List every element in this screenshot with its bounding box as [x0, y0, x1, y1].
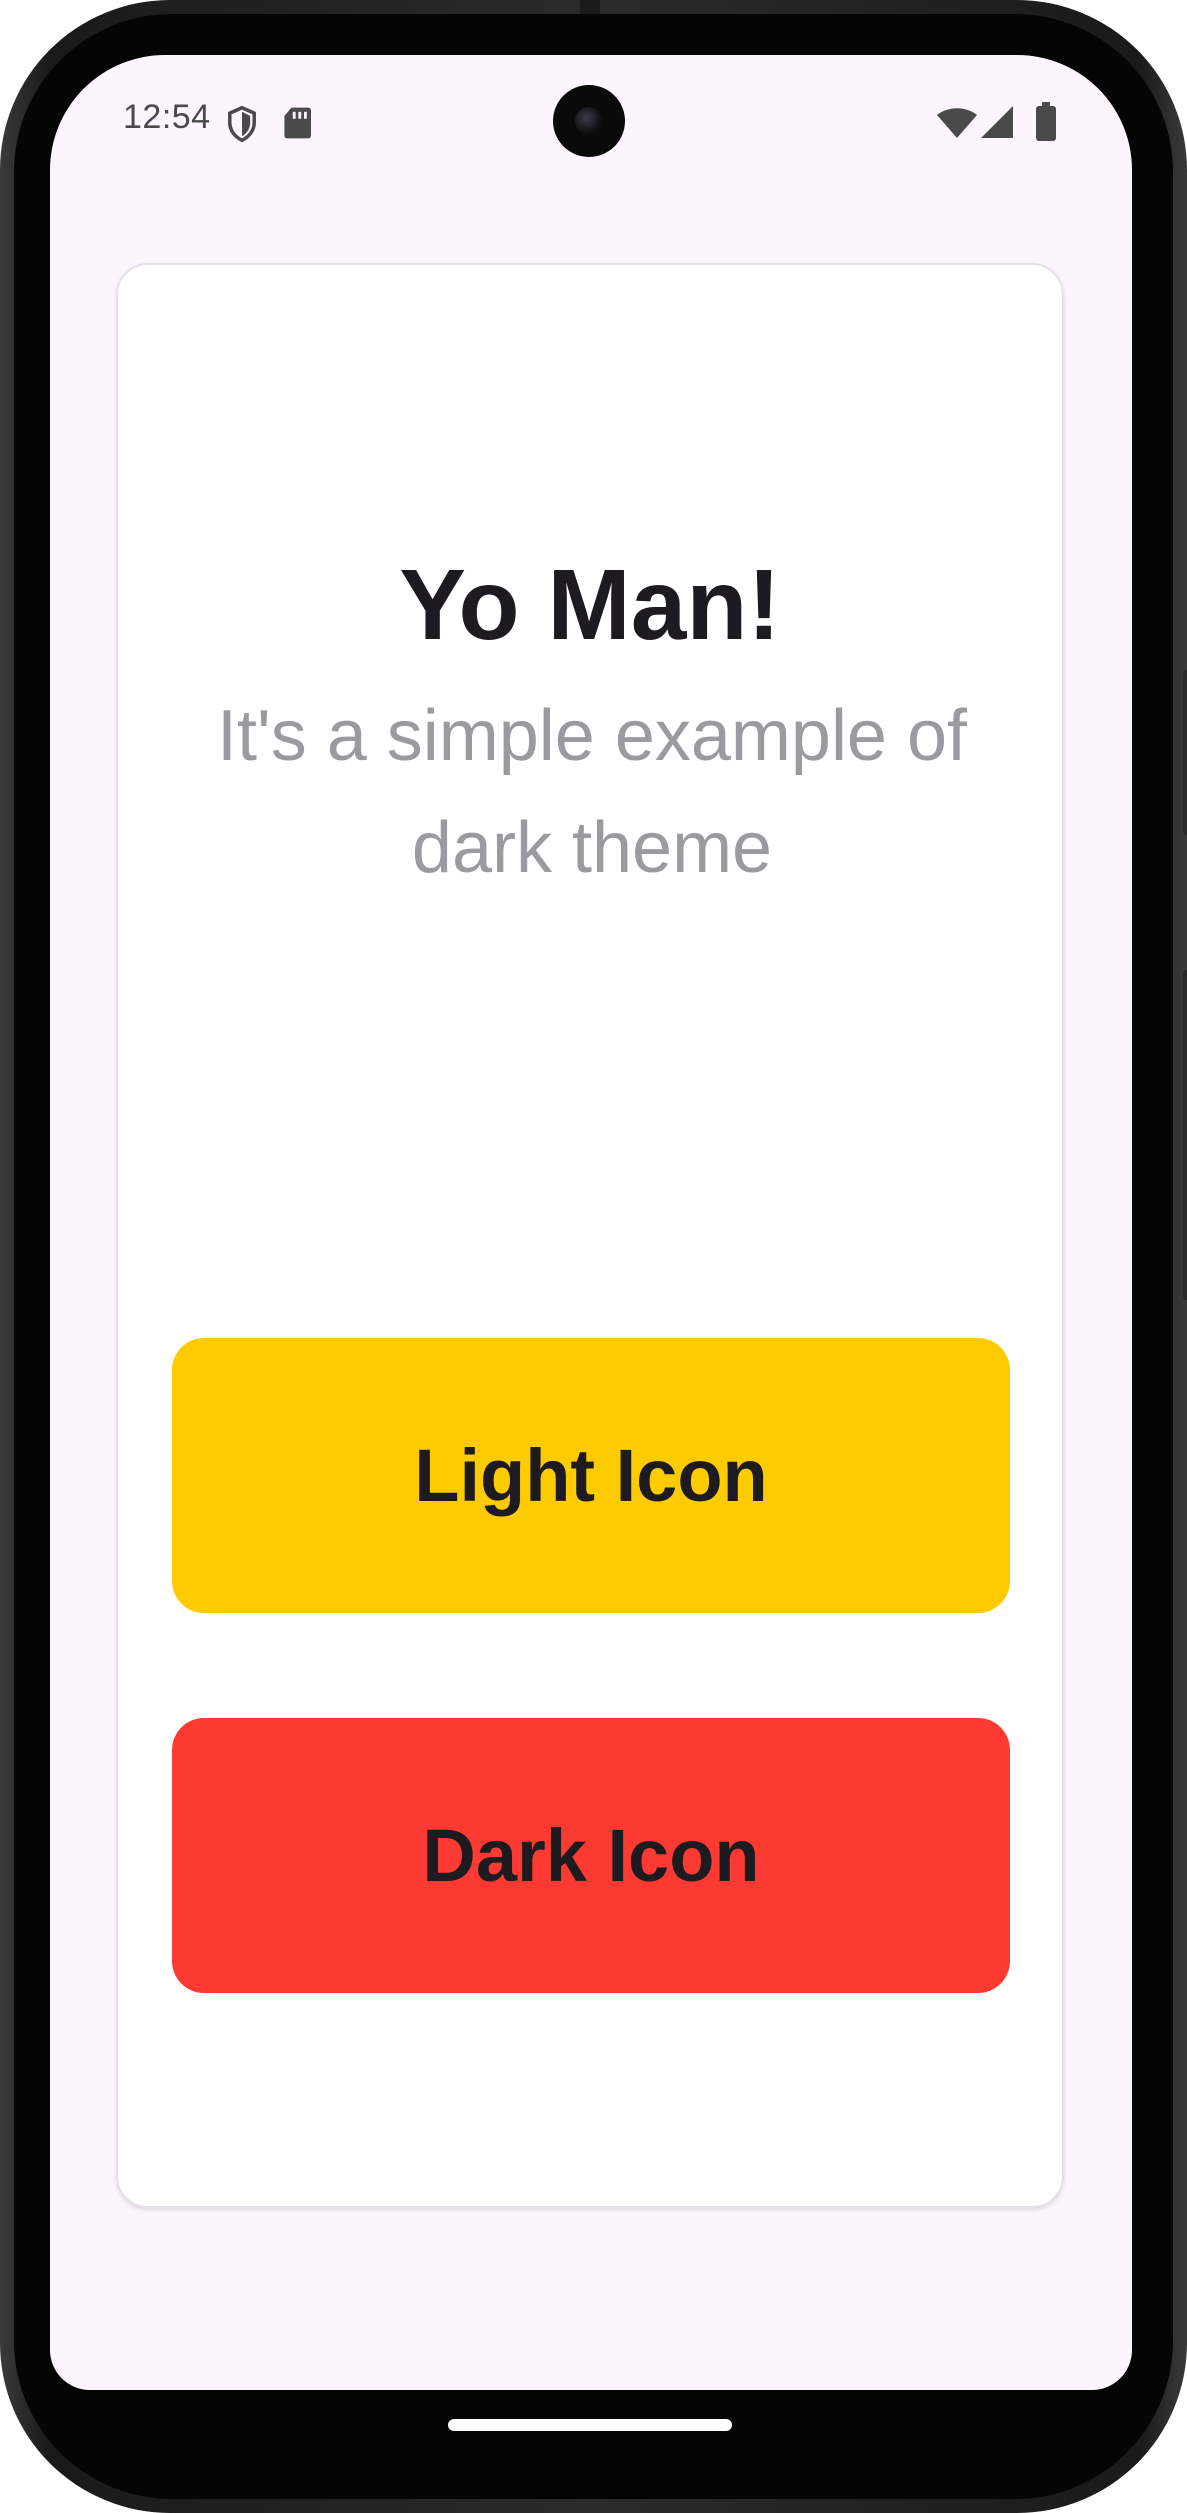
status-bar: 12:54	[50, 55, 1132, 185]
dark-icon-button[interactable]: Dark Icon	[172, 1718, 1010, 1993]
battery-icon	[1035, 102, 1057, 147]
phone-frame: 12:54 Yo Man! It's a simple example of d…	[0, 0, 1187, 2513]
volume-button	[1183, 970, 1187, 1300]
light-icon-button[interactable]: Light Icon	[172, 1338, 1010, 1613]
sd-card-icon	[283, 106, 311, 145]
signal-icon	[980, 105, 1014, 144]
card-title: Yo Man!	[399, 549, 781, 661]
card-subtitle: It's a simple example of dark theme	[216, 696, 968, 888]
theme-card: Yo Man! It's a simple example of dark th…	[116, 263, 1064, 2208]
power-button	[1183, 670, 1187, 835]
wifi-icon	[936, 107, 978, 144]
shield-icon	[225, 105, 259, 148]
screen: 12:54 Yo Man! It's a simple example of d…	[50, 55, 1132, 2390]
front-camera	[553, 85, 625, 157]
home-indicator[interactable]	[448, 2419, 732, 2431]
camera-lens	[575, 107, 603, 135]
status-time: 12:54	[123, 98, 211, 136]
